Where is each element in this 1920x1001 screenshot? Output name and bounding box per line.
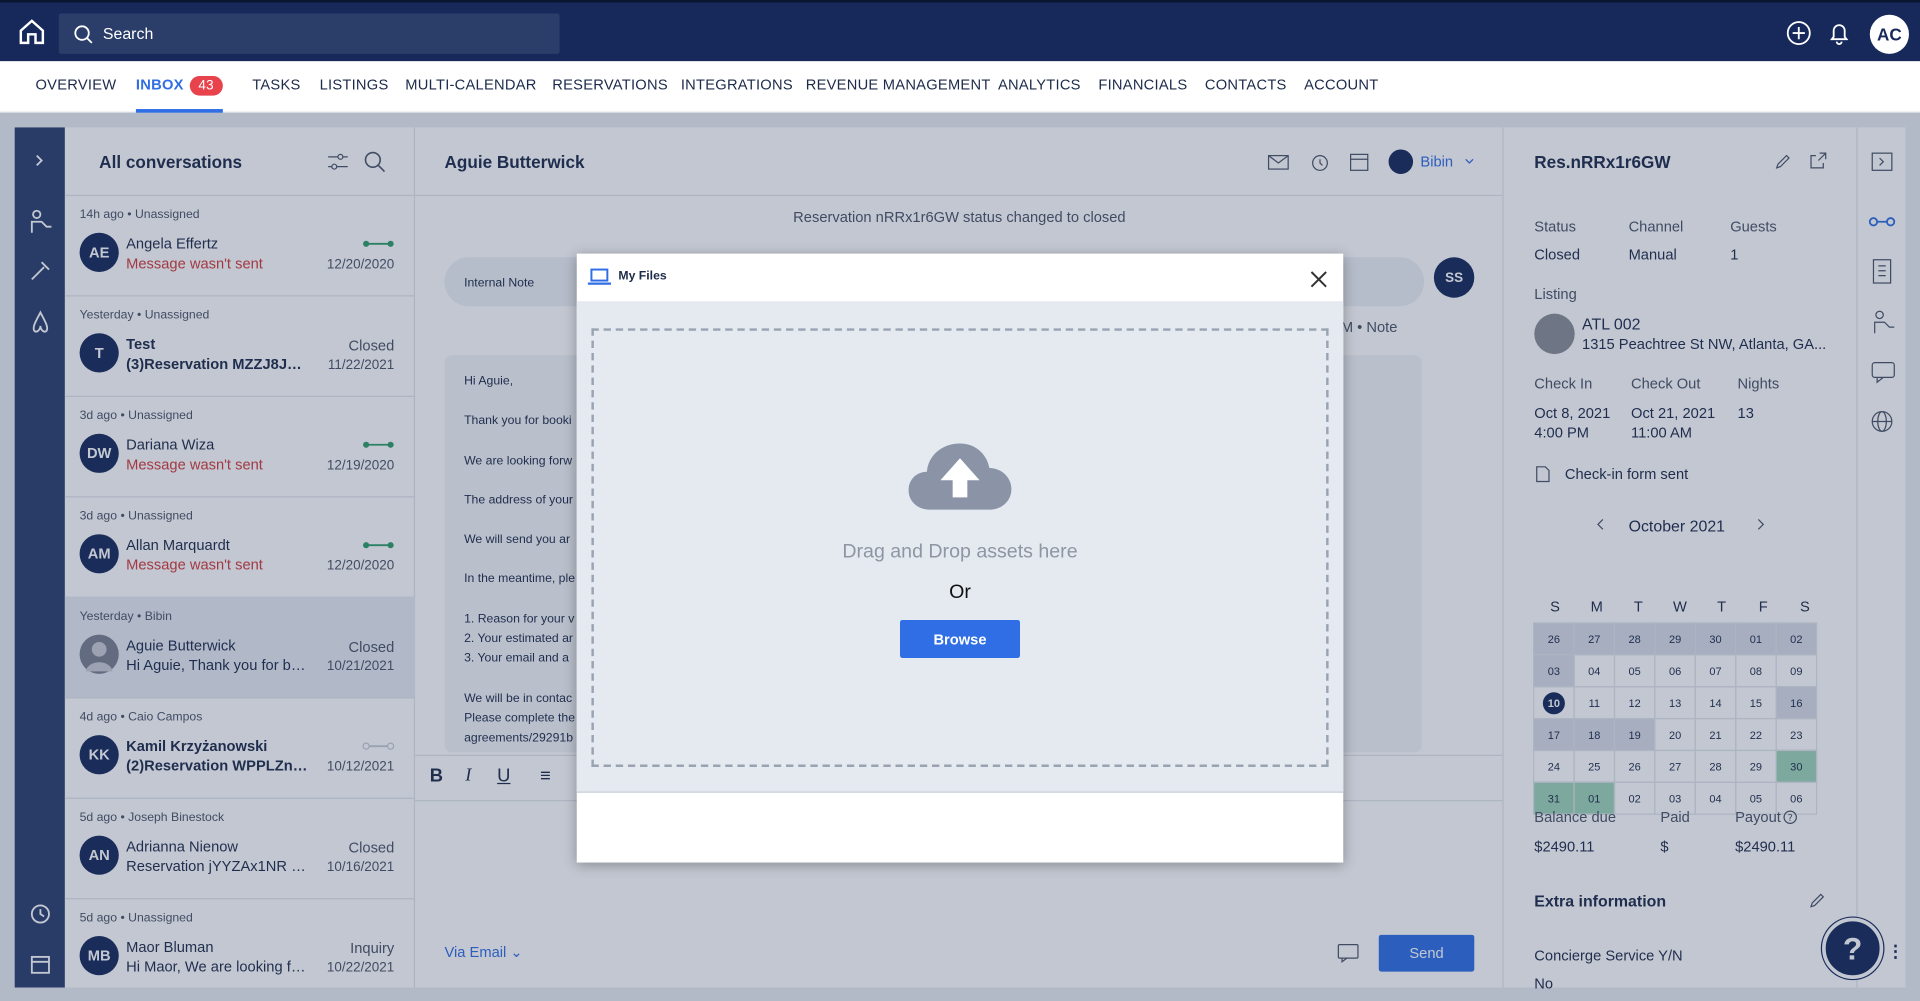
search-placeholder: Search: [102, 24, 154, 43]
add-icon[interactable]: [1785, 20, 1812, 47]
laptop-icon: [587, 268, 612, 285]
tab-inbox-label: INBOX: [135, 75, 184, 94]
tab-overview[interactable]: OVERVIEW: [36, 61, 117, 112]
search-icon: [74, 24, 93, 43]
or-separator: Or: [949, 581, 971, 603]
main-nav: OVERVIEW INBOX 43 TASKS LISTINGS MULTI-CA…: [0, 61, 1920, 113]
my-files-dialog: My Files Drag and Drop assets here Or Br…: [576, 253, 1344, 863]
tab-revenue-management[interactable]: REVENUE MANAGEMENT: [806, 61, 991, 112]
tab-account[interactable]: ACCOUNT: [1304, 61, 1378, 112]
drop-instructions: Drag and Drop assets here: [842, 541, 1078, 563]
inbox-count-badge: 43: [189, 75, 223, 96]
top-bar: Search AC: [0, 0, 1920, 62]
tab-reservations[interactable]: RESERVATIONS: [552, 61, 668, 112]
close-icon[interactable]: [1310, 271, 1327, 288]
bell-icon[interactable]: [1826, 20, 1853, 47]
search-input[interactable]: Search: [58, 13, 560, 54]
tab-integrations[interactable]: INTEGRATIONS: [681, 61, 793, 112]
dialog-header: My Files: [576, 254, 1344, 303]
user-avatar[interactable]: AC: [1869, 14, 1909, 54]
tab-multi-calendar[interactable]: MULTI-CALENDAR: [405, 61, 536, 112]
tab-financials[interactable]: FINANCIALS: [1098, 61, 1187, 112]
tab-contacts[interactable]: CONTACTS: [1205, 61, 1287, 112]
home-icon[interactable]: [17, 17, 46, 46]
tab-analytics[interactable]: ANALYTICS: [998, 61, 1081, 112]
tab-listings[interactable]: LISTINGS: [320, 61, 389, 112]
dialog-body: Drag and Drop assets here Or Browse: [576, 302, 1344, 793]
browse-button[interactable]: Browse: [900, 619, 1021, 658]
dialog-title: My Files: [618, 269, 667, 284]
tab-inbox[interactable]: INBOX 43: [135, 61, 223, 113]
drop-zone[interactable]: Drag and Drop assets here Or Browse: [591, 328, 1329, 767]
tab-tasks[interactable]: TASKS: [252, 61, 300, 112]
cloud-upload-icon: [908, 443, 1012, 510]
